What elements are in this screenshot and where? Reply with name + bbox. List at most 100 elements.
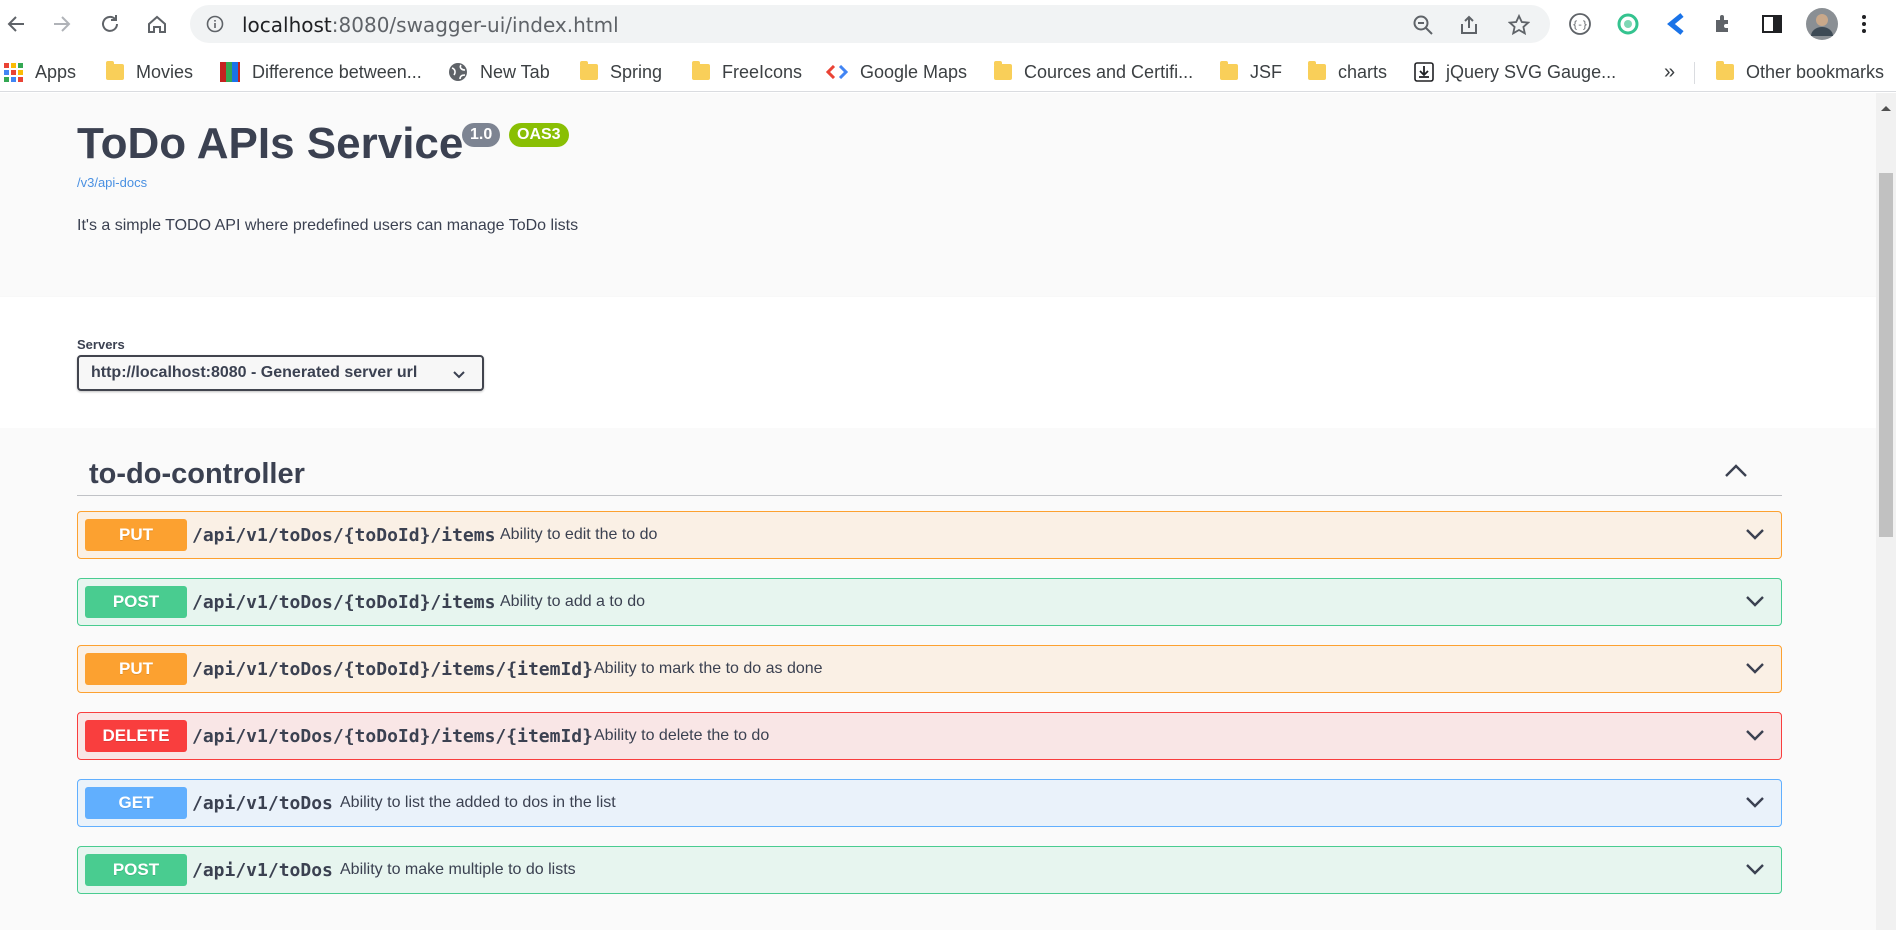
url-host: localhost	[242, 13, 332, 37]
bookmark-google-maps[interactable]: Google Maps	[826, 60, 967, 84]
oas-badge: OAS3	[509, 123, 569, 147]
bookmark-label: Google Maps	[860, 61, 968, 82]
folder-icon	[1716, 61, 1734, 80]
folder-icon	[1308, 61, 1326, 80]
bookmarks-divider	[1694, 62, 1695, 84]
bookmark-charts[interactable]: charts	[1308, 60, 1387, 84]
operation-summary: Ability to edit the to do	[500, 526, 658, 543]
bookmark-label: Movies	[136, 61, 194, 82]
chevron-down-icon[interactable]	[1745, 795, 1765, 814]
operation-summary: Ability to list the added to dos in the …	[340, 794, 616, 811]
method-badge: POST	[85, 586, 187, 618]
extension-k-icon[interactable]	[1664, 12, 1688, 36]
bookmark-label: charts	[1338, 61, 1388, 82]
chevron-down-icon	[452, 367, 466, 385]
operation-summary: Ability to make multiple to do lists	[340, 861, 576, 878]
bookmark-label: Spring	[610, 61, 663, 82]
bookmark-apps[interactable]: Apps	[4, 60, 76, 84]
bookmark-label: New Tab	[480, 61, 550, 82]
bookmark-new-tab[interactable]: New Tab	[448, 60, 550, 84]
svg-text:{-}: {-}	[1572, 20, 1588, 31]
servers-section: Servers http://localhost:8080 - Generate…	[0, 297, 1876, 428]
scroll-up-arrow-icon[interactable]	[1880, 99, 1892, 117]
download-icon	[1414, 62, 1434, 82]
address-bar[interactable]: localhost:8080/swagger-ui/index.html	[190, 5, 1550, 43]
servers-selected-value: http://localhost:8080 - Generated server…	[91, 364, 418, 381]
bookmark-jquery-svg-gauge[interactable]: jQuery SVG Gauge...	[1414, 60, 1616, 84]
operation-path: /api/v1/toDos/{toDoId}/items	[192, 592, 496, 613]
bookmark-star-icon[interactable]	[1507, 13, 1531, 36]
operation-post-todos[interactable]: POST /api/v1/toDos Ability to make multi…	[77, 846, 1782, 894]
folder-icon	[1220, 61, 1238, 80]
browser-toolbar: localhost:8080/swagger-ui/index.html {-}	[0, 0, 1896, 48]
maps-icon	[826, 65, 848, 79]
method-badge: PUT	[85, 519, 187, 551]
side-panel-icon[interactable]	[1760, 12, 1784, 36]
globe-icon	[448, 62, 468, 82]
api-docs-link[interactable]: /v3/api-docs	[77, 175, 147, 190]
overflow-label: »	[1664, 60, 1676, 83]
extension-devtools-icon[interactable]: {-}	[1568, 12, 1592, 36]
method-badge: GET	[85, 787, 187, 819]
zoom-icon[interactable]	[1412, 14, 1434, 36]
site-icon	[220, 62, 240, 82]
forward-arrow-icon[interactable]	[48, 10, 76, 38]
bookmark-other-bookmarks[interactable]: Other bookmarks	[1716, 60, 1884, 84]
bookmark-freeicons[interactable]: FreeIcons	[692, 60, 802, 84]
folder-icon	[106, 61, 124, 80]
operation-get-todos[interactable]: GET /api/v1/toDos Ability to list the ad…	[77, 779, 1782, 827]
method-badge: PUT	[85, 653, 187, 685]
servers-select[interactable]: http://localhost:8080 - Generated server…	[77, 355, 484, 391]
method-badge: DELETE	[85, 720, 187, 752]
url-text: localhost:8080/swagger-ui/index.html	[242, 13, 619, 37]
site-info-icon[interactable]	[206, 15, 224, 38]
api-description: It's a simple TODO API where predefined …	[77, 217, 579, 234]
profile-avatar[interactable]	[1806, 8, 1838, 40]
chevron-down-icon[interactable]	[1745, 661, 1765, 680]
extensions-puzzle-icon[interactable]	[1712, 12, 1736, 36]
chevron-down-icon[interactable]	[1745, 728, 1765, 747]
chevron-down-icon[interactable]	[1745, 594, 1765, 613]
operation-path: /api/v1/toDos	[192, 793, 333, 814]
operation-path: /api/v1/toDos/{toDoId}/items/{itemId}	[192, 659, 593, 680]
chevron-down-icon[interactable]	[1745, 527, 1765, 546]
operation-path: /api/v1/toDos	[192, 860, 333, 881]
extension-circle-icon[interactable]	[1616, 12, 1640, 36]
operation-put-todo-items[interactable]: PUT /api/v1/toDos/{toDoId}/items Ability…	[77, 511, 1782, 559]
operation-summary: Ability to add a to do	[500, 593, 645, 610]
api-info: ToDo APIs Service 1.0 OAS3 /v3/api-docs …	[0, 93, 1876, 297]
browser-menu-icon[interactable]	[1858, 12, 1882, 36]
operation-delete-todo-item[interactable]: DELETE /api/v1/toDos/{toDoId}/items/{ite…	[77, 712, 1782, 760]
url-path: :8080/swagger-ui/index.html	[331, 13, 619, 37]
bookmark-movies[interactable]: Movies	[106, 60, 193, 84]
tag-name: to-do-controller	[89, 458, 305, 490]
bookmark-spring[interactable]: Spring	[580, 60, 662, 84]
page-scrollbar[interactable]	[1876, 93, 1896, 930]
chevron-down-icon[interactable]	[1745, 862, 1765, 881]
bookmark-label: Difference between...	[252, 61, 422, 82]
bookmarks-overflow-button[interactable]: »	[1664, 60, 1675, 84]
bookmark-label: Other bookmarks	[1746, 61, 1885, 82]
operation-summary: Ability to delete the to do	[594, 727, 770, 744]
api-title: ToDo APIs Service	[77, 119, 464, 168]
version-badge: 1.0	[462, 123, 501, 147]
reload-icon[interactable]	[96, 10, 124, 38]
bookmark-jsf[interactable]: JSF	[1220, 60, 1282, 84]
chevron-up-icon[interactable]	[1724, 464, 1748, 483]
bookmark-label: jQuery SVG Gauge...	[1446, 61, 1617, 82]
method-badge: POST	[85, 854, 187, 886]
operation-post-todo-items[interactable]: POST /api/v1/toDos/{toDoId}/items Abilit…	[77, 578, 1782, 626]
bookmark-label: JSF	[1250, 61, 1283, 82]
back-arrow-icon[interactable]	[2, 10, 30, 38]
home-icon[interactable]	[143, 10, 171, 38]
share-icon[interactable]	[1458, 14, 1480, 36]
bookmark-difference-between[interactable]: Difference between...	[220, 60, 422, 84]
operation-path: /api/v1/toDos/{toDoId}/items/{itemId}	[192, 726, 593, 747]
operation-put-todo-item-done[interactable]: PUT /api/v1/toDos/{toDoId}/items/{itemId…	[77, 645, 1782, 693]
operation-path: /api/v1/toDos/{toDoId}/items	[192, 525, 496, 546]
folder-icon	[994, 61, 1012, 80]
scrollbar-thumb[interactable]	[1879, 173, 1893, 537]
tag-header[interactable]: to-do-controller	[77, 438, 1782, 496]
folder-icon	[580, 61, 598, 80]
bookmark-cources[interactable]: Cources and Certifi...	[994, 60, 1193, 84]
